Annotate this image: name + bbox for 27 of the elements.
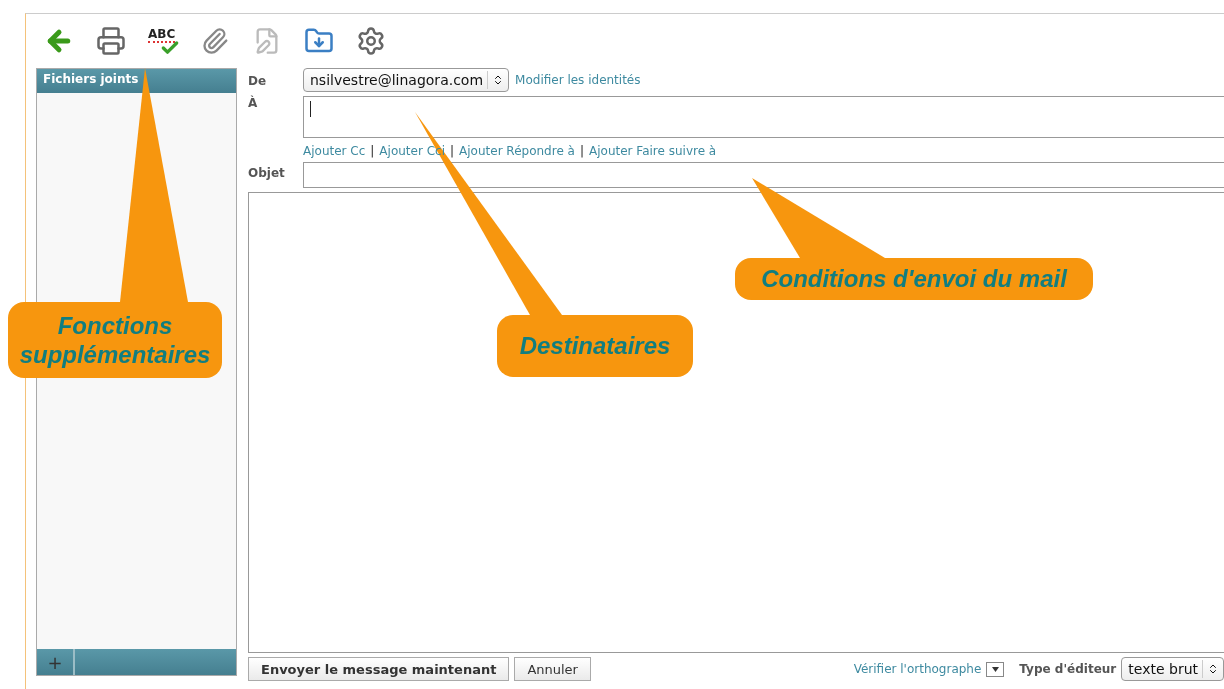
- field-label: Objet: [248, 165, 286, 180]
- subject-field[interactable]: [303, 162, 1224, 188]
- panel-title: Fichiers joints: [37, 69, 236, 93]
- callout-text: Conditions d'envoi du mail: [760, 265, 1069, 294]
- printer-icon[interactable]: [94, 24, 128, 58]
- add-field-link[interactable]: Ajouter Cc: [303, 144, 366, 158]
- editor-type-select[interactable]: texte brut: [1121, 657, 1224, 681]
- link-separator: |: [579, 144, 584, 158]
- message-body[interactable]: [248, 192, 1224, 653]
- recipient-field[interactable]: [303, 96, 1224, 138]
- from-select[interactable]: nsilvestre@linagora.com: [303, 68, 510, 92]
- callout-text: Destinataires: [518, 332, 672, 361]
- spellcheck-link[interactable]: Vérifier l'orthographe: [853, 662, 982, 676]
- editor-type-label: Type d'éditeur: [1019, 662, 1117, 676]
- cancel-button[interactable]: Annuler: [514, 657, 591, 681]
- add-field-link[interactable]: Ajouter Faire suivre à: [589, 144, 717, 158]
- callout-text: Fonctions supplémentaires: [18, 312, 212, 370]
- add-button[interactable]: +: [37, 649, 75, 675]
- add-field-link[interactable]: Ajouter Répondre à: [459, 144, 575, 158]
- link-separator: |: [370, 144, 375, 158]
- field-label: De: [248, 73, 268, 88]
- dropdown-icon[interactable]: [986, 661, 1005, 677]
- send-button[interactable]: Envoyer le message maintenant: [248, 657, 510, 681]
- link-separator: |: [450, 144, 455, 158]
- field-label: À: [248, 94, 259, 110]
- up-down-chevron-icon: [1207, 663, 1219, 675]
- identities-link[interactable]: Modifier les identités: [515, 73, 641, 87]
